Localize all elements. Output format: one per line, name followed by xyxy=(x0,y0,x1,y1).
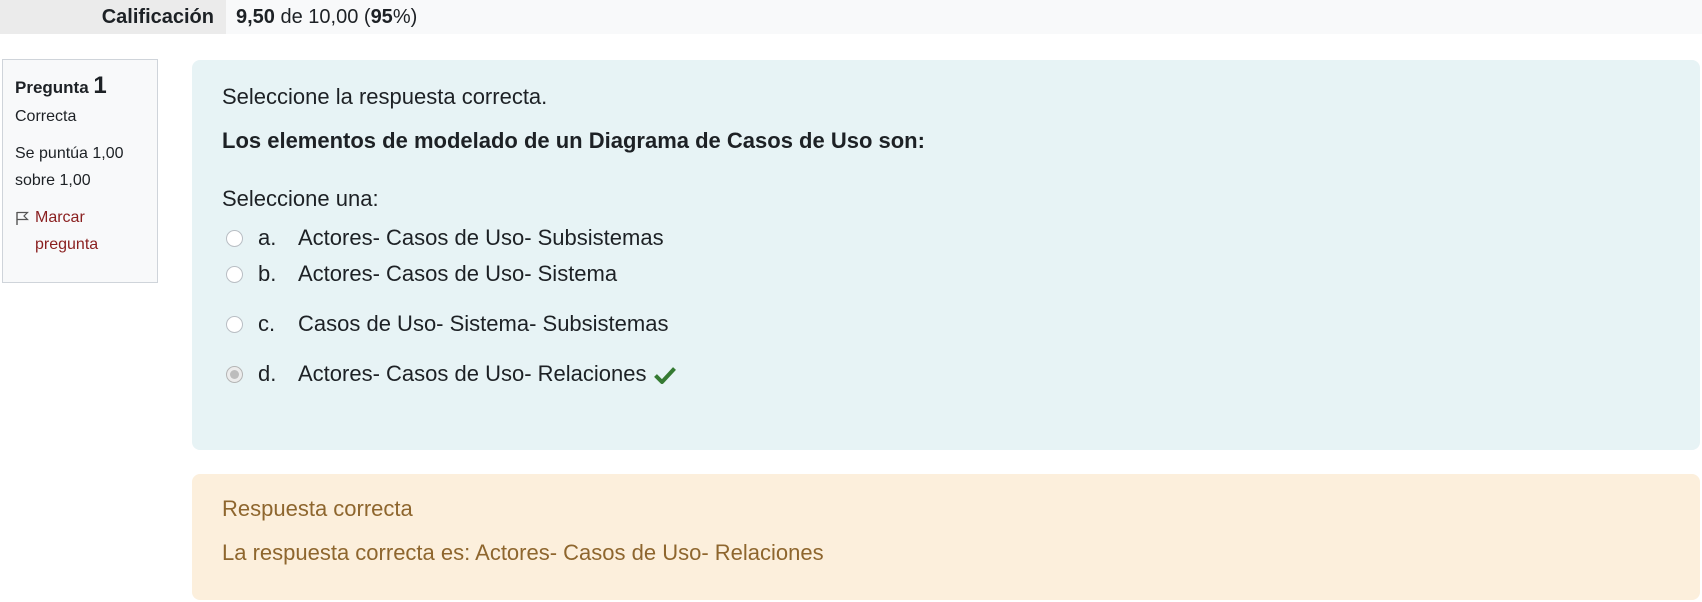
flag-icon xyxy=(16,211,29,225)
radio-option-c[interactable] xyxy=(226,315,243,333)
option-text: Actores- Casos de Uso- Subsistemas xyxy=(298,225,664,250)
question-formulation: Seleccione la respuesta correcta. Los el… xyxy=(192,60,1700,450)
option-text: Casos de Uso- Sistema- Subsistemas xyxy=(298,311,669,336)
answer-option-c[interactable]: c. Casos de Uso- Sistema- Subsistemas xyxy=(222,306,1670,342)
answer-option-a[interactable]: a. Actores- Casos de Uso- Subsistemas xyxy=(222,220,1670,256)
feedback-result: Respuesta correcta xyxy=(222,496,413,521)
option-text: Actores- Casos de Uso- Sistema xyxy=(298,261,618,286)
option-letter: d. xyxy=(258,361,277,386)
question-state: Correcta xyxy=(15,108,77,125)
grade-score: 9,50 xyxy=(236,6,275,28)
radio-option-d[interactable] xyxy=(226,365,243,383)
flag-question-link[interactable]: Marcar pregunta xyxy=(15,204,147,258)
grade-label: Calificación xyxy=(0,0,226,34)
grade-suffix: %) xyxy=(392,6,418,28)
question-label: Pregunta xyxy=(15,78,89,97)
answer-list: a. Actores- Casos de Uso- Subsistemas b.… xyxy=(222,220,1670,392)
option-letter: c. xyxy=(258,311,276,336)
radio-selected-dot xyxy=(230,369,239,379)
grade-summary-row: Calificación 9,50 de 10,00 (95%) xyxy=(0,0,1702,34)
question-instruction: Seleccione la respuesta correcta. xyxy=(222,84,548,109)
grade-of-text: de 10,00 ( xyxy=(274,6,371,28)
option-text: Actores- Casos de Uso- Relaciones xyxy=(298,361,647,386)
question-info-box: Pregunta 1 Correcta Se puntúa 1,00 sobre… xyxy=(2,59,158,283)
answer-option-d[interactable]: d. Actores- Casos de Uso- Relaciones xyxy=(222,356,1670,392)
answer-prompt: Seleccione una: xyxy=(222,186,379,211)
answer-option-b[interactable]: b. Actores- Casos de Uso- Sistema xyxy=(222,256,1670,292)
feedback-panel: Respuesta correcta La respuesta correcta… xyxy=(192,474,1700,600)
flag-question-label: Marcar pregunta xyxy=(35,209,99,253)
question-text: Los elementos de modelado de un Diagrama… xyxy=(222,128,925,153)
question-number-line: Pregunta 1 xyxy=(15,72,147,101)
radio-option-b[interactable] xyxy=(226,265,243,283)
question-number: 1 xyxy=(93,72,107,99)
check-icon xyxy=(654,367,677,384)
grade-percent: 95 xyxy=(370,6,393,28)
radio-option-a[interactable] xyxy=(226,229,243,247)
option-letter: a. xyxy=(258,225,277,250)
question-grade: Se puntúa 1,00 sobre 1,00 xyxy=(15,145,124,189)
correct-answer-text: La respuesta correcta es: Actores- Casos… xyxy=(222,540,824,565)
option-letter: b. xyxy=(258,261,277,286)
grade-value: 9,50 de 10,00 (95%) xyxy=(226,0,417,34)
